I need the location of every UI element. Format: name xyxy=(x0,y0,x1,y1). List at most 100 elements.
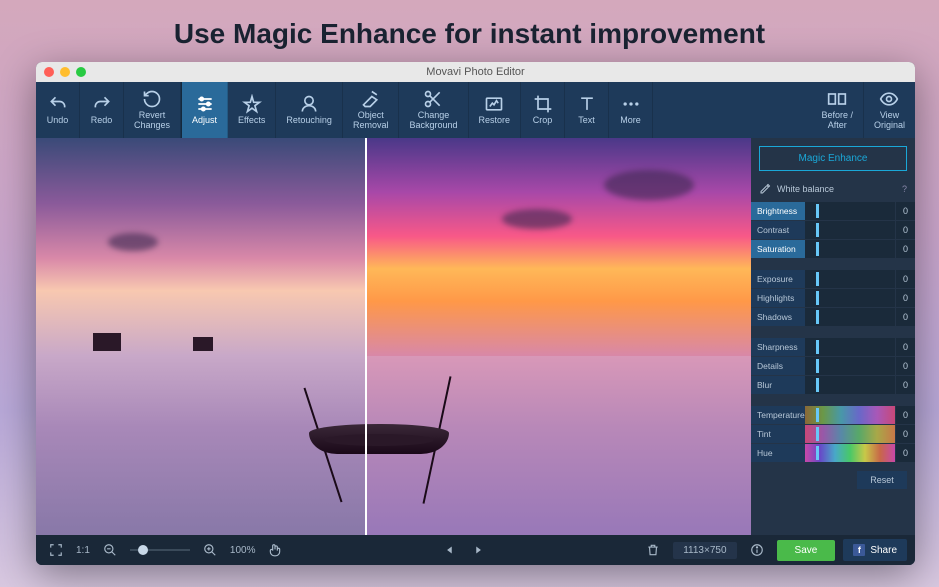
maximize-window-button[interactable] xyxy=(76,67,86,77)
page-headline: Use Magic Enhance for instant improvemen… xyxy=(0,0,939,64)
object-removal-label: Object Removal xyxy=(353,111,389,131)
redo-icon xyxy=(92,94,112,114)
text-label: Text xyxy=(578,116,595,126)
restore-icon xyxy=(484,94,504,114)
contrast-slider[interactable]: Contrast0 xyxy=(751,221,915,239)
help-button[interactable]: ? xyxy=(902,184,907,194)
fullscreen-button[interactable] xyxy=(44,539,68,561)
redo-label: Redo xyxy=(91,116,113,126)
zoom-slider[interactable] xyxy=(130,549,190,551)
eyedropper-icon xyxy=(759,183,771,195)
photo-preview xyxy=(36,138,751,535)
undo-label: Undo xyxy=(47,116,69,126)
change-background-button[interactable]: Change Background xyxy=(399,82,468,138)
adjust-label: Adjust xyxy=(192,116,217,126)
minimize-window-button[interactable] xyxy=(60,67,70,77)
saturation-slider[interactable]: Saturation0 xyxy=(751,240,915,258)
text-button[interactable]: Text xyxy=(565,82,609,138)
brightness-value: 0 xyxy=(895,202,915,220)
slider-group-1: Brightness0 Contrast0 Saturation0 xyxy=(751,199,915,261)
adjust-button[interactable]: Adjust xyxy=(182,82,228,138)
exposure-value: 0 xyxy=(895,270,915,288)
tint-value: 0 xyxy=(895,425,915,443)
view-original-button[interactable]: View Original xyxy=(864,82,915,138)
highlights-slider[interactable]: Highlights0 xyxy=(751,289,915,307)
effects-button[interactable]: Effects xyxy=(228,82,276,138)
traffic-lights xyxy=(44,67,86,77)
restore-label: Restore xyxy=(479,116,511,126)
slider-group-3: Sharpness0 Details0 Blur0 xyxy=(751,335,915,397)
share-button[interactable]: f Share xyxy=(843,539,907,561)
info-button[interactable] xyxy=(745,539,769,561)
view-original-label: View Original xyxy=(874,111,905,131)
zoom-out-button[interactable] xyxy=(98,539,122,561)
blur-label: Blur xyxy=(751,376,805,394)
white-balance-row[interactable]: White balance ? xyxy=(751,179,915,199)
undo-button[interactable]: Undo xyxy=(36,82,80,138)
dimensions-display: 1113×750 xyxy=(673,542,736,559)
change-bg-label: Change Background xyxy=(409,111,457,131)
more-button[interactable]: More xyxy=(609,82,653,138)
revert-label: Revert Changes xyxy=(134,111,170,131)
hand-icon xyxy=(268,543,282,557)
undo-icon xyxy=(48,94,68,114)
before-after-button[interactable]: Before / After xyxy=(811,82,864,138)
temperature-label: Temperature xyxy=(751,406,805,424)
magic-enhance-button[interactable]: Magic Enhance xyxy=(759,146,907,171)
revert-icon xyxy=(142,89,162,109)
share-label: Share xyxy=(870,545,897,556)
hue-value: 0 xyxy=(895,444,915,462)
reset-button[interactable]: Reset xyxy=(857,471,907,489)
prev-button[interactable] xyxy=(438,539,462,561)
details-label: Details xyxy=(751,357,805,375)
shadows-label: Shadows xyxy=(751,308,805,326)
titlebar: Movavi Photo Editor xyxy=(36,62,915,82)
canvas[interactable] xyxy=(36,138,751,535)
zoom-in-button[interactable] xyxy=(198,539,222,561)
effects-label: Effects xyxy=(238,116,265,126)
exposure-slider[interactable]: Exposure0 xyxy=(751,270,915,288)
close-window-button[interactable] xyxy=(44,67,54,77)
window-title: Movavi Photo Editor xyxy=(36,66,915,78)
saturation-value: 0 xyxy=(895,240,915,258)
retouching-icon xyxy=(299,94,319,114)
details-value: 0 xyxy=(895,357,915,375)
object-removal-button[interactable]: Object Removal xyxy=(343,82,400,138)
delete-button[interactable] xyxy=(641,539,665,561)
scissors-icon xyxy=(423,89,443,109)
sharpness-slider[interactable]: Sharpness0 xyxy=(751,338,915,356)
statusbar: 1:1 100% 1113×750 Save f Share xyxy=(36,535,915,565)
retouching-button[interactable]: Retouching xyxy=(276,82,343,138)
prev-icon xyxy=(443,543,457,557)
hue-label: Hue xyxy=(751,444,805,462)
next-icon xyxy=(471,543,485,557)
comparison-divider[interactable] xyxy=(365,138,367,535)
brightness-slider[interactable]: Brightness0 xyxy=(751,202,915,220)
info-icon xyxy=(750,543,764,557)
revert-button[interactable]: Revert Changes xyxy=(124,82,181,138)
temperature-value: 0 xyxy=(895,406,915,424)
details-slider[interactable]: Details 0 xyxy=(751,357,915,375)
redo-button[interactable]: Redo xyxy=(80,82,124,138)
shadows-slider[interactable]: Shadows0 xyxy=(751,308,915,326)
save-button[interactable]: Save xyxy=(777,540,836,561)
restore-button[interactable]: Restore xyxy=(469,82,522,138)
sharpness-value: 0 xyxy=(895,338,915,356)
white-balance-label: White balance xyxy=(777,184,834,194)
hand-tool-button[interactable] xyxy=(263,539,287,561)
compare-icon xyxy=(827,89,847,109)
trash-icon xyxy=(646,543,660,557)
temperature-slider[interactable]: Temperature 0 xyxy=(751,406,915,424)
crop-icon xyxy=(533,94,553,114)
tint-slider[interactable]: Tint0 xyxy=(751,425,915,443)
facebook-icon: f xyxy=(853,544,865,556)
crop-button[interactable]: Crop xyxy=(521,82,565,138)
ratio-label: 1:1 xyxy=(76,545,90,556)
more-icon xyxy=(621,94,641,114)
next-button[interactable] xyxy=(466,539,490,561)
zoom-value: 100% xyxy=(230,545,256,556)
hue-slider[interactable]: Hue 0 xyxy=(751,444,915,462)
blur-slider[interactable]: Blur0 xyxy=(751,376,915,394)
eraser-icon xyxy=(361,89,381,109)
contrast-value: 0 xyxy=(895,221,915,239)
